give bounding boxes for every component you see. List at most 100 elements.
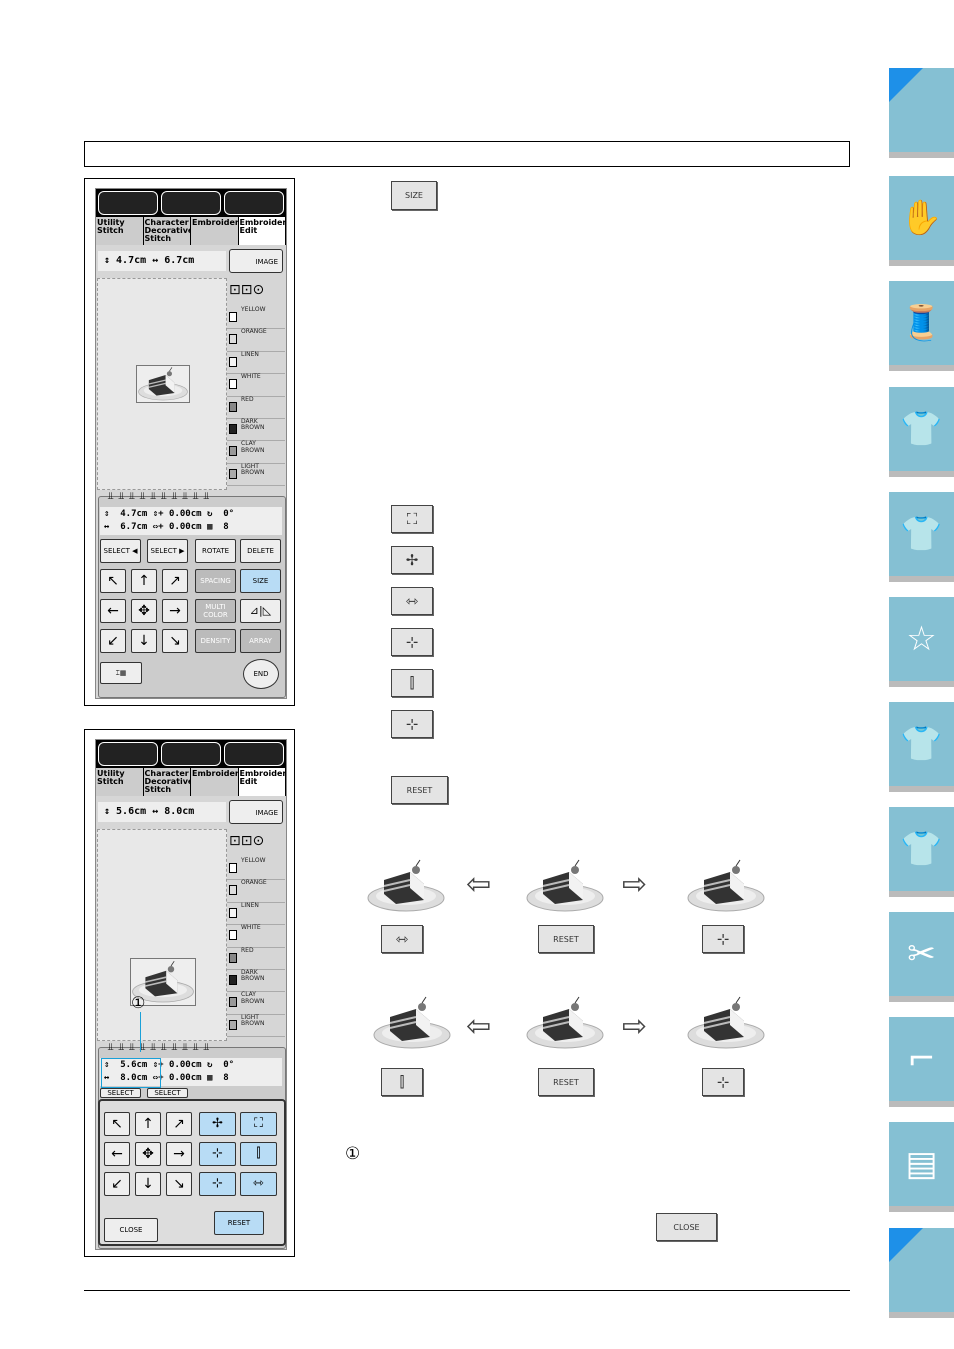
chapter-tab[interactable]: ✋	[889, 176, 954, 260]
thread-spool-icon	[229, 423, 237, 434]
mode-bar	[96, 740, 286, 768]
chapter-tab[interactable]	[889, 1228, 954, 1312]
settings-list-icon[interactable]	[224, 742, 284, 766]
end-button[interactable]: END	[243, 659, 279, 689]
chapter-tab[interactable]	[889, 68, 954, 152]
compress-horizontal-button[interactable]: ⊹	[391, 628, 433, 656]
chapter-tab[interactable]: 👕	[889, 807, 954, 891]
embroidery-frame-star-icon: ☆	[906, 619, 937, 659]
category-tab[interactable]: Utility Stitch	[96, 768, 144, 796]
stretch-horizontal-button[interactable]: ⇿	[240, 1172, 277, 1196]
category-tabs: Utility Stitch Character Decorative Stitc…	[96, 217, 286, 245]
move-up-left-icon[interactable]: ↖	[100, 569, 126, 593]
category-tab[interactable]: Character Decorative Stitch	[143, 768, 191, 796]
chapter-tab[interactable]: 🧵	[889, 281, 954, 365]
chapter-tab[interactable]: 👕	[889, 702, 954, 786]
size-button[interactable]: SIZE	[391, 181, 437, 210]
enlarge-proportional-button[interactable]: ⛶	[391, 505, 433, 533]
thread-color-item: RED	[227, 947, 285, 970]
settings-list-icon[interactable]	[224, 191, 284, 215]
reset-button[interactable]: RESET	[538, 1068, 594, 1096]
thread-color-name: YELLOW	[241, 306, 266, 313]
sewing-machine-hand-icon: ✋	[900, 198, 943, 238]
image-button[interactable]: IMAGE	[229, 249, 283, 273]
stretch-horizontal-button[interactable]: ⇿	[391, 587, 433, 615]
chapter-tab[interactable]: ✂	[889, 912, 954, 996]
move-down-right-icon[interactable]: ↘	[166, 1172, 192, 1196]
stretch-vertical-button[interactable]: ⫿	[391, 669, 433, 697]
move-up-icon[interactable]: ↑	[135, 1112, 161, 1136]
chapter-tab[interactable]: 👕	[889, 387, 954, 471]
utility-stitch-mode-icon[interactable]	[98, 742, 158, 766]
center-icon[interactable]: ✥	[131, 599, 157, 623]
embroidery-machine-help-icon[interactable]	[161, 191, 221, 215]
center-icon[interactable]: ✥	[135, 1142, 161, 1166]
move-down-icon[interactable]: ↓	[135, 1172, 161, 1196]
compress-horizontal-button[interactable]: ⊹	[199, 1172, 236, 1196]
spacing-button[interactable]: SPACING	[195, 569, 236, 593]
thread-spool-icon	[229, 312, 237, 322]
category-tab[interactable]: Embroidery	[191, 768, 239, 796]
close-button[interactable]: CLOSE	[656, 1213, 717, 1241]
move-up-right-icon[interactable]: ↗	[162, 569, 188, 593]
compress-vertical-button[interactable]: ⊹	[199, 1142, 236, 1166]
select-next-button[interactable]: SELECT	[147, 1088, 188, 1098]
tshirt-embroidery-icon: 👕	[900, 724, 943, 764]
stretch-vertical-button[interactable]: ⫿	[381, 1068, 423, 1096]
chapter-tab[interactable]: ▤	[889, 1122, 954, 1206]
reduce-proportional-button[interactable]: ✢	[391, 546, 433, 574]
size-button[interactable]: SIZE	[240, 569, 281, 593]
category-tab[interactable]: Embroidery Edit	[238, 217, 286, 245]
category-tab[interactable]: Embroidery	[191, 217, 239, 245]
move-up-icon[interactable]: ↑	[131, 569, 157, 593]
category-tab[interactable]: Character Decorative Stitch	[143, 217, 191, 245]
delete-button[interactable]: DELETE	[240, 539, 281, 563]
move-down-icon[interactable]: ↓	[131, 629, 157, 653]
thread-spool-icon	[229, 401, 237, 412]
utility-stitch-mode-icon[interactable]	[98, 191, 158, 215]
mirror-button[interactable]: ⊿|◺	[240, 599, 281, 623]
array-button[interactable]: ARRAY	[240, 629, 281, 653]
reduce-proportional-button[interactable]: ✢	[199, 1112, 236, 1136]
embroidery-machine-help-icon[interactable]	[161, 742, 221, 766]
select-previous-button[interactable]: SELECT	[100, 1088, 141, 1098]
reset-button[interactable]: RESET	[538, 925, 594, 953]
move-down-left-icon[interactable]: ↙	[104, 1172, 130, 1196]
select-previous-button[interactable]: SELECT ◀	[100, 539, 141, 563]
cake-pattern-preview	[136, 365, 190, 403]
move-left-icon[interactable]: ←	[100, 599, 126, 623]
move-down-right-icon[interactable]: ↘	[162, 629, 188, 653]
callout-number: ①	[345, 1144, 361, 1164]
move-up-left-icon[interactable]: ↖	[104, 1112, 130, 1136]
image-button[interactable]: IMAGE	[229, 800, 283, 824]
reset-button[interactable]: RESET	[214, 1211, 264, 1235]
close-button[interactable]: CLOSE	[104, 1218, 158, 1242]
move-right-icon[interactable]: →	[166, 1142, 192, 1166]
compress-vertical-button[interactable]: ⊹	[702, 1068, 744, 1096]
multi-color-button[interactable]: MULTI COLOR	[195, 599, 236, 623]
density-button[interactable]: DENSITY	[195, 629, 236, 653]
category-tab[interactable]: Utility Stitch	[96, 217, 144, 245]
compress-horizontal-button[interactable]: ⊹	[702, 925, 744, 953]
move-down-left-icon[interactable]: ↙	[100, 629, 126, 653]
enlarge-proportional-button[interactable]: ⛶	[240, 1112, 277, 1136]
move-right-icon[interactable]: →	[162, 599, 188, 623]
embroidery-display-area	[97, 829, 227, 1041]
thread-color-name: LIGHT BROWN	[241, 462, 265, 477]
thread-color-name: LINEN	[241, 901, 259, 909]
reset-button[interactable]: RESET	[391, 776, 448, 804]
chapter-tab[interactable]: ⌐	[889, 1017, 954, 1101]
compress-vertical-button[interactable]: ⊹	[391, 710, 433, 738]
select-next-button[interactable]: SELECT ▶	[147, 539, 188, 563]
rotate-button[interactable]: ROTATE	[195, 539, 236, 563]
thread-spool-icon	[229, 468, 237, 479]
thread-color-item: LINEN	[227, 351, 285, 375]
stretch-vertical-button[interactable]: ⫿	[240, 1142, 277, 1166]
stretch-horizontal-button[interactable]: ⇿	[381, 925, 423, 953]
chapter-tab[interactable]: ☆	[889, 597, 954, 681]
chapter-tab[interactable]: 👕	[889, 492, 954, 576]
category-tab[interactable]: Embroidery Edit	[238, 768, 286, 796]
move-up-right-icon[interactable]: ↗	[166, 1112, 192, 1136]
move-left-icon[interactable]: ←	[104, 1142, 130, 1166]
thread-color-sort-icon[interactable]: ⌶▦	[100, 662, 142, 684]
